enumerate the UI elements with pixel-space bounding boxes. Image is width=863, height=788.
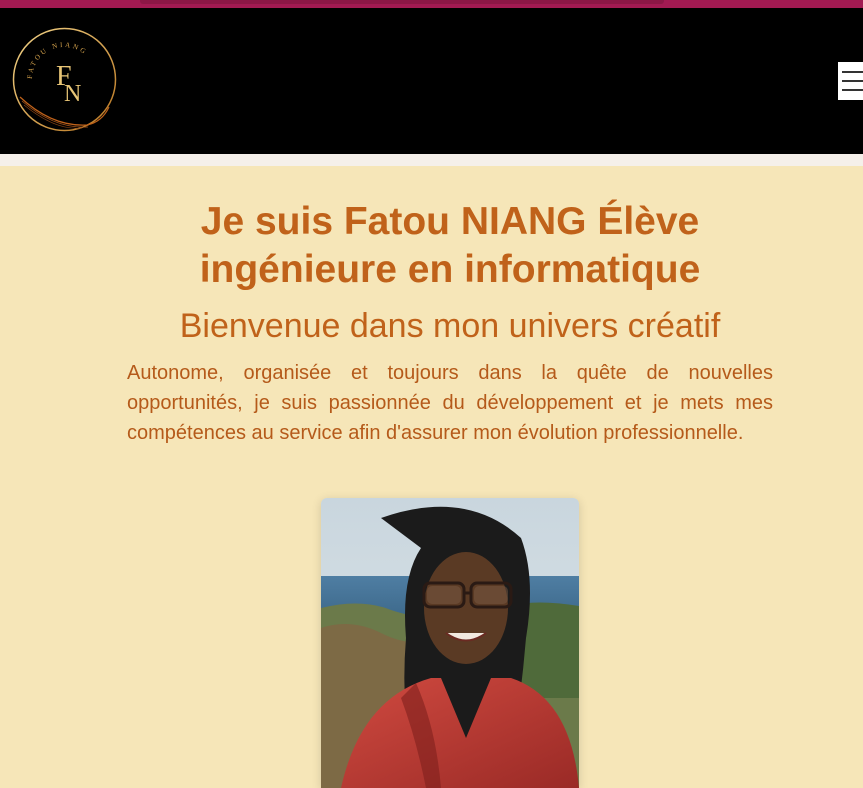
site-header: FATOU NIANG F N	[0, 8, 863, 154]
profile-photo	[321, 498, 579, 788]
hero-section: Je suis Fatou NIANG Élève ingénieure en …	[0, 166, 863, 788]
hero-intro: Autonome, organisée et toujours dans la …	[127, 362, 773, 444]
site-logo[interactable]: FATOU NIANG F N	[12, 27, 117, 132]
top-accent-bar	[0, 0, 863, 8]
logo-initial-n: N	[64, 81, 81, 107]
logo-emblem-icon: FATOU NIANG F N	[12, 27, 117, 132]
portrait-illustration	[321, 498, 579, 788]
hamburger-menu-icon	[842, 71, 863, 73]
top-scroll-track	[140, 0, 664, 4]
hamburger-menu-button[interactable]	[838, 62, 863, 100]
hero-subtitle: Bienvenue dans mon univers créatif	[179, 307, 721, 345]
header-divider	[0, 154, 863, 166]
hero-title: Je suis Fatou NIANG Élève ingénieure en …	[199, 200, 701, 291]
